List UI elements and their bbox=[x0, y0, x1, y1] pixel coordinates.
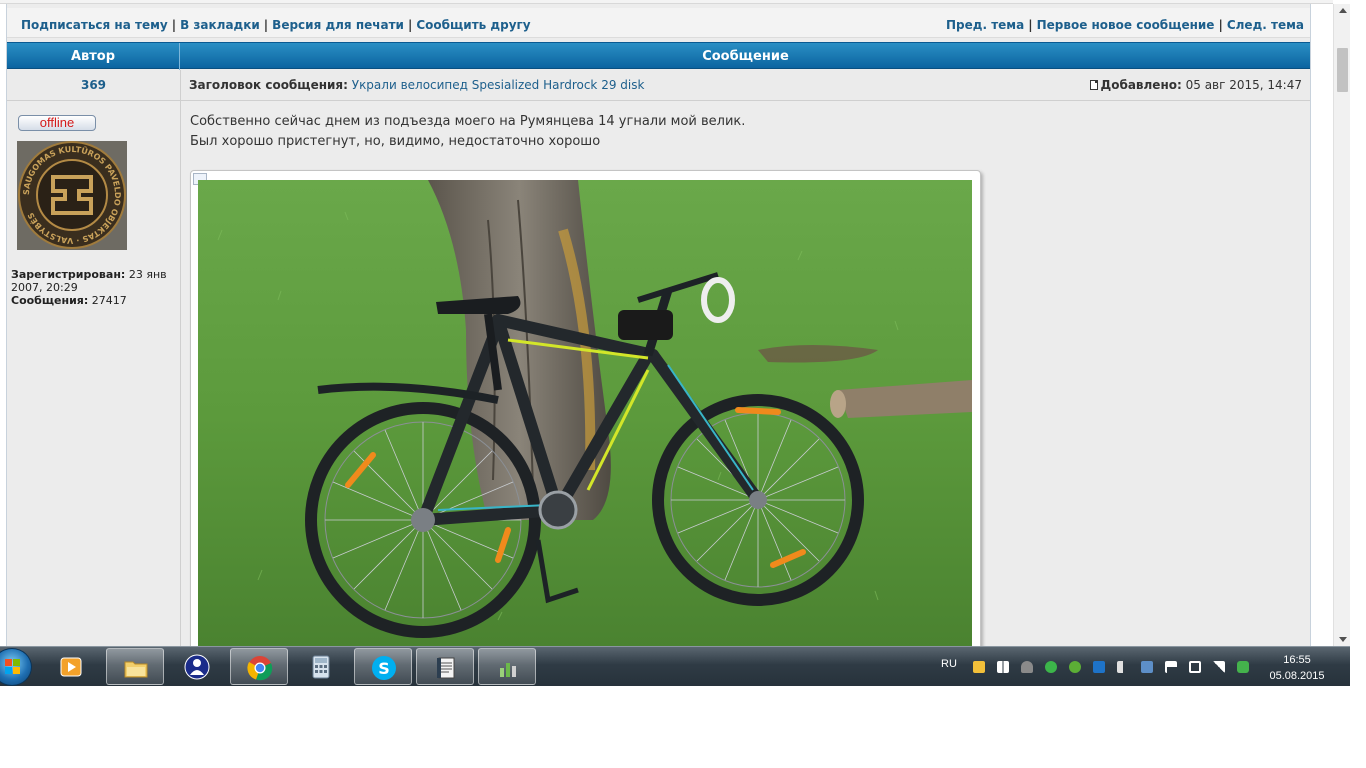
skype-icon: S bbox=[372, 656, 396, 680]
file-explorer-icon bbox=[124, 661, 148, 678]
notification-bell-icon[interactable] bbox=[1021, 661, 1033, 673]
bookmarks-link[interactable]: В закладки bbox=[180, 18, 260, 32]
taskbar-user-app[interactable] bbox=[168, 648, 226, 685]
registered-line: Зарегистрирован: 23 янв 2007, 20:29 bbox=[11, 268, 177, 294]
signal-strength-icon[interactable] bbox=[1213, 661, 1225, 673]
clock-date: 05.08.2015 bbox=[1269, 670, 1325, 682]
messages-label: Сообщения: bbox=[11, 294, 89, 307]
added-date: 05 авг 2015, 14:47 bbox=[1185, 78, 1302, 92]
scroll-up-arrow-icon[interactable] bbox=[1339, 8, 1347, 13]
notepad-icon bbox=[437, 657, 455, 679]
taskbar-skype[interactable]: S bbox=[354, 648, 412, 685]
network-drive-icon[interactable] bbox=[1141, 661, 1153, 673]
tray-leaf-icon[interactable] bbox=[1069, 661, 1081, 673]
windows-taskbar: S RU 16:55 05.08.2015 bbox=[0, 646, 1350, 686]
post-message-body: Собственно сейчас днем из подъезда моего… bbox=[190, 112, 745, 152]
nav-separator: | bbox=[1028, 18, 1033, 32]
screen: Подписаться на тему | В закладки | Версия дл… bbox=[0, 0, 1366, 768]
avatar-seal-image: SAUGOMAS KULTŪROS PAVELDO OBJEKTAS · VAL… bbox=[17, 141, 127, 250]
system-clock[interactable]: 16:55 05.08.2015 bbox=[1262, 652, 1332, 684]
tray-green-app-icon[interactable] bbox=[1045, 661, 1057, 673]
message-line: Был хорошо пристегнут, но, видимо, недос… bbox=[190, 134, 601, 149]
chrome-icon bbox=[247, 656, 273, 681]
chart-app-icon bbox=[500, 663, 516, 677]
nav-separator: | bbox=[407, 18, 413, 32]
taskbar-calculator[interactable] bbox=[292, 648, 350, 685]
bicycle-photo-drawing bbox=[198, 180, 972, 646]
browser-viewport: Подписаться на тему | В закладки | Версия дл… bbox=[0, 0, 1350, 646]
vertical-scrollbar[interactable] bbox=[1333, 4, 1350, 646]
nav-separator: | bbox=[263, 18, 269, 32]
prev-topic-link[interactable]: Пред. тема bbox=[946, 18, 1024, 32]
action-center-flag-icon[interactable] bbox=[1165, 661, 1177, 673]
tell-friend-link[interactable]: Сообщить другу bbox=[416, 18, 530, 32]
forum-topic: Подписаться на тему | В закладки | Версия дл… bbox=[6, 4, 1311, 646]
first-new-message-link[interactable]: Первое новое сообщение bbox=[1037, 18, 1215, 32]
taskbar-chart-app[interactable] bbox=[478, 648, 536, 685]
scroll-down-arrow-icon[interactable] bbox=[1339, 637, 1347, 642]
message-column-header: Сообщение bbox=[702, 49, 789, 64]
post-author-name[interactable]: 369 bbox=[7, 70, 181, 101]
nav-separator: | bbox=[171, 18, 177, 32]
taskbar-media-player[interactable] bbox=[42, 648, 100, 685]
taskbar-notepad[interactable] bbox=[416, 648, 474, 685]
bicycle-photo[interactable] bbox=[198, 180, 972, 646]
clock-time: 16:55 bbox=[1283, 654, 1311, 666]
subject-link[interactable]: Украли велосипед Spesialized Hardrock 29… bbox=[352, 78, 645, 92]
input-language[interactable]: RU bbox=[941, 658, 957, 670]
subscribe-link[interactable]: Подписаться на тему bbox=[21, 18, 168, 32]
messages-line: Сообщения: 27417 bbox=[11, 294, 177, 307]
tray-weather-icon[interactable] bbox=[973, 661, 985, 673]
post-date: Добавлено: 05 авг 2015, 14:47 bbox=[1089, 70, 1302, 101]
tray-sync-icon[interactable] bbox=[1237, 661, 1249, 673]
messages-value: 27417 bbox=[91, 294, 127, 307]
author-profile: offline SAUGOMAS KULTŪROS PAVELDO OBJEKT… bbox=[7, 101, 181, 646]
topic-actions: Подписаться на тему | В закладки | Версия дл… bbox=[21, 18, 531, 32]
device-icon[interactable] bbox=[1189, 661, 1201, 673]
scrollbar-thumb[interactable] bbox=[1337, 48, 1348, 92]
posts-table-header: Автор Сообщение bbox=[7, 42, 1310, 70]
author-column-header: Автор bbox=[7, 43, 180, 70]
topic-navbar: Подписаться на тему | В закладки | Версия дл… bbox=[7, 8, 1310, 38]
avatar[interactable]: SAUGOMAS KULTŪROS PAVELDO OBJEKTAS · VAL… bbox=[17, 141, 127, 250]
nav-separator: | bbox=[1218, 18, 1223, 32]
user-icon bbox=[184, 654, 210, 680]
windows-logo-icon bbox=[5, 659, 21, 675]
post-info-row: 369 Заголовок сообщения: Украли велосипе… bbox=[7, 70, 1310, 101]
attached-image-frame bbox=[190, 170, 981, 646]
subject-label: Заголовок сообщения: bbox=[189, 78, 348, 92]
post-document-icon[interactable] bbox=[1089, 80, 1098, 90]
box-sync-icon[interactable] bbox=[1093, 661, 1105, 673]
registered-label: Зарегистрирован: bbox=[11, 268, 126, 281]
taskbar-file-explorer[interactable] bbox=[106, 648, 164, 685]
start-button[interactable] bbox=[0, 648, 32, 686]
media-player-icon bbox=[60, 657, 82, 677]
print-version-link[interactable]: Версия для печати bbox=[272, 18, 404, 32]
svg-text:S: S bbox=[378, 659, 390, 678]
message-line: Собственно сейчас днем из подъезда моего… bbox=[190, 114, 746, 129]
added-label: Добавлено: bbox=[1100, 78, 1182, 92]
taskbar-chrome[interactable] bbox=[230, 648, 288, 685]
post-subject: Заголовок сообщения: Украли велосипед Sp… bbox=[189, 70, 644, 101]
next-topic-link[interactable]: След. тема bbox=[1227, 18, 1304, 32]
offline-status-badge: offline bbox=[18, 115, 96, 131]
volume-icon[interactable] bbox=[1117, 661, 1129, 673]
windows-update-icon[interactable] bbox=[997, 661, 1009, 673]
topic-navigation: Пред. тема | Первое новое сообщение | След. … bbox=[946, 18, 1304, 32]
profile-info: Зарегистрирован: 23 янв 2007, 20:29 Сооб… bbox=[11, 268, 177, 307]
calculator-icon bbox=[312, 655, 330, 679]
